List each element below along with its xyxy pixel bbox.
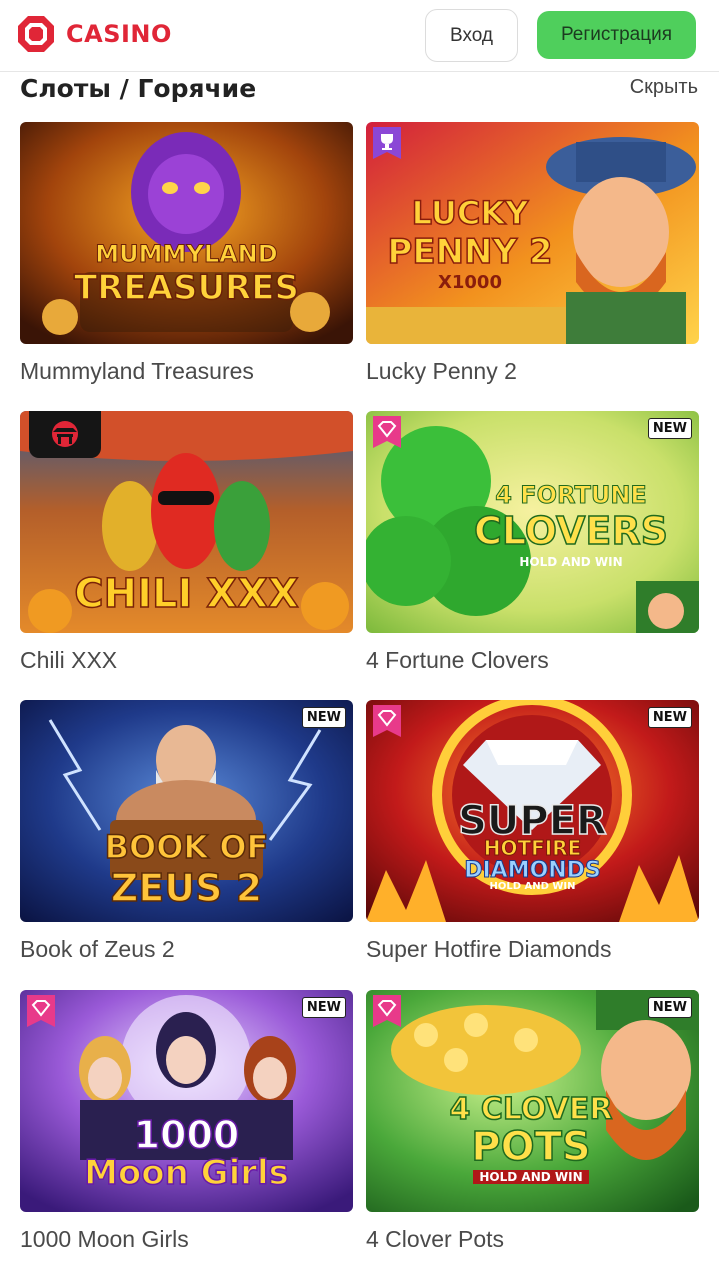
art-title-line2: PENNY 2 [387, 231, 554, 273]
game-thumbnail[interactable]: BOOK OF ZEUS 2 NEW [20, 700, 353, 922]
game-title: Book of Zeus 2 [20, 936, 175, 962]
game-thumbnail[interactable]: SUPER HOTFIRE DIAMONDS HOLD AND WIN NEW [366, 700, 699, 922]
game-thumbnail[interactable]: LUCKY PENNY 2 X1000 [366, 122, 699, 344]
art-title-line1: 4 CLOVER [449, 1092, 613, 1127]
game-thumbnail[interactable]: 4 FORTUNE CLOVERS HOLD AND WIN NEW [366, 411, 699, 633]
game-thumbnail[interactable]: 1000 Moon Girls NEW [20, 990, 353, 1212]
game-title: Chili XXX [20, 647, 118, 673]
game-card-book-of-zeus-2[interactable]: BOOK OF ZEUS 2 NEW Book of Zeus 2 [20, 700, 353, 972]
art-title-line2: ZEUS 2 [110, 865, 263, 911]
art-title-line2: Moon Girls [83, 1152, 289, 1193]
art-title-line4: HOLD AND WIN [489, 881, 576, 893]
art-title-line2: POTS [471, 1123, 592, 1170]
new-badge: NEW [647, 707, 692, 728]
new-badge: NEW [301, 707, 346, 728]
game-title: 1000 Moon Girls [20, 1226, 189, 1252]
new-badge: NEW [647, 418, 692, 439]
trophy-icon [373, 127, 401, 159]
game-title: 4 Fortune Clovers [366, 647, 549, 673]
game-title: Lucky Penny 2 [366, 358, 517, 384]
register-button[interactable]: Регистрация [537, 11, 696, 59]
art-title-line2: CLOVERS [473, 508, 669, 554]
game-card-4-clover-pots[interactable]: 4 CLOVER POTS HOLD AND WIN NEW 4 Clover … [366, 990, 699, 1262]
art-title-line1: 1000 [133, 1113, 240, 1157]
art-title-line3: DIAMONDS [464, 858, 602, 883]
art-title-line1: MUMMYLAND [95, 240, 278, 269]
section-title: Слоты / Горячие [20, 74, 257, 103]
diamond-icon [27, 995, 55, 1027]
game-card-4-fortune-clovers[interactable]: 4 FORTUNE CLOVERS HOLD AND WIN NEW 4 For… [366, 411, 699, 683]
art-title-line2: HOTFIRE [483, 836, 582, 860]
game-thumbnail[interactable]: 4 CLOVER POTS HOLD AND WIN NEW [366, 990, 699, 1212]
hide-link[interactable]: Скрыть [630, 76, 698, 99]
new-badge: NEW [647, 997, 692, 1018]
art-title-line3: HOLD AND WIN [519, 555, 623, 569]
art-title-line1: 4 FORTUNE [495, 481, 648, 510]
game-card-mummyland-treasures[interactable]: MUMMYLAND TREASURES Mummyland Treasures [20, 122, 353, 394]
game-card-1000-moon-girls[interactable]: 1000 Moon Girls NEW 1000 Moon Girls [20, 990, 353, 1262]
logo-icon [18, 16, 54, 52]
art-title-line3: X1000 [438, 272, 502, 293]
game-thumbnail[interactable]: CHILI XXX [20, 411, 353, 633]
art-title-line1: BOOK OF [104, 827, 269, 867]
game-thumbnail[interactable]: MUMMYLAND TREASURES [20, 122, 353, 344]
game-card-lucky-penny-2[interactable]: LUCKY PENNY 2 X1000 Lucky Penny 2 [366, 122, 699, 394]
diamond-icon [373, 705, 401, 737]
logo-text: CASINO [66, 20, 172, 48]
game-card-super-hotfire-diamonds[interactable]: SUPER HOTFIRE DIAMONDS HOLD AND WIN NEW … [366, 700, 699, 972]
game-title: Super Hotfire Diamonds [366, 936, 612, 962]
login-button[interactable]: Вход [425, 9, 518, 62]
art-title-line1: LUCKY [411, 193, 529, 233]
art-title-line2: TREASURES [73, 267, 299, 309]
art-title-line1: CHILI XXX [73, 570, 299, 618]
casino-logo[interactable]: CASINO [16, 14, 172, 54]
diamond-icon [373, 416, 401, 448]
art-title-line3: HOLD AND WIN [473, 1169, 589, 1185]
game-card-chili-xxx[interactable]: CHILI XXX Chili XXX [20, 411, 353, 683]
new-badge: NEW [301, 997, 346, 1018]
game-title: 4 Clover Pots [366, 1226, 505, 1252]
diamond-icon [373, 995, 401, 1027]
app-header: CASINO Вход Регистрация [0, 0, 719, 72]
game-title: Mummyland Treasures [20, 358, 254, 384]
temple-icon [29, 411, 101, 458]
